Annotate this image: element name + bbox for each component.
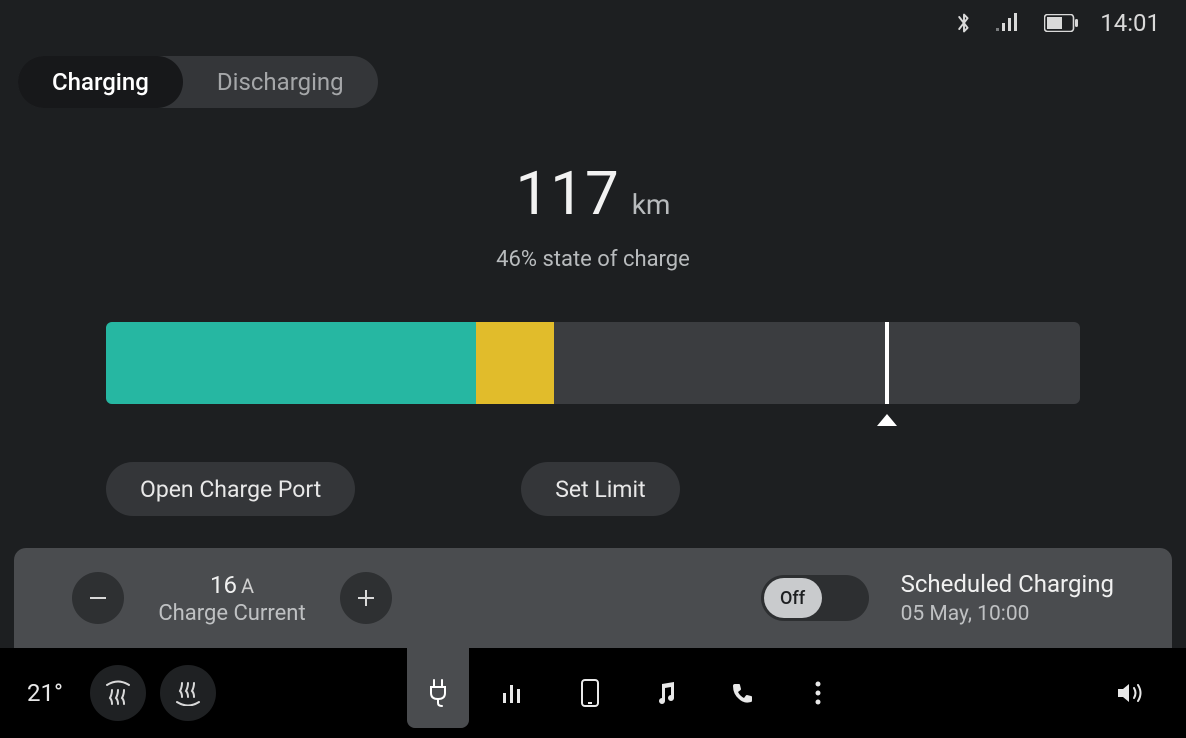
bottom-panel: 16A Charge Current Off Scheduled Chargin…: [14, 548, 1172, 648]
bluetooth-icon: [954, 11, 974, 35]
scheduled-charging-info: Scheduled Charging 05 May, 10:00: [901, 570, 1114, 626]
soc-text: 46% state of charge: [0, 247, 1186, 272]
defrost-rear-button[interactable]: [160, 665, 216, 721]
nav-music-icon[interactable]: [635, 658, 697, 728]
current-label: Charge Current: [152, 601, 312, 626]
app-icons: [286, 658, 970, 728]
nav-stats-icon[interactable]: [483, 658, 545, 728]
battery-bar-wrap: [106, 322, 1080, 404]
set-limit-button[interactable]: Set Limit: [521, 462, 679, 516]
current-unit: A: [241, 574, 254, 598]
increase-current-button[interactable]: [340, 572, 392, 624]
decrease-current-button[interactable]: [72, 572, 124, 624]
climate-buttons: [90, 665, 216, 721]
nav-more-icon[interactable]: [787, 658, 849, 728]
scheduled-charging-group: Off Scheduled Charging 05 May, 10:00: [761, 570, 1114, 626]
main-content: 117 km 46% state of charge Open Charge P…: [0, 158, 1186, 516]
current-value: 16: [210, 571, 237, 599]
open-charge-port-button[interactable]: Open Charge Port: [106, 462, 355, 516]
charge-current-control: 16A Charge Current: [72, 571, 392, 626]
tab-charging[interactable]: Charging: [18, 56, 183, 108]
nav-call-icon[interactable]: [711, 658, 773, 728]
signal-icon: [996, 13, 1022, 33]
tab-discharging[interactable]: Discharging: [183, 56, 378, 108]
battery-bar[interactable]: [106, 322, 1080, 404]
range-value: 117: [516, 158, 620, 229]
volume-button[interactable]: [1090, 680, 1170, 706]
charge-limit-marker[interactable]: [885, 322, 889, 404]
range-unit: km: [632, 188, 671, 221]
toggle-thumb: Off: [764, 578, 822, 618]
nav-charging-icon[interactable]: [407, 658, 469, 728]
range-display: 117 km: [0, 158, 1186, 229]
battery-segment-pending: [476, 322, 554, 404]
nav-bar: 21°: [0, 648, 1186, 738]
scheduled-charging-toggle[interactable]: Off: [761, 575, 869, 621]
mode-tabs: Charging Discharging: [18, 56, 378, 108]
status-time: 14:01: [1100, 9, 1160, 37]
action-row: Open Charge Port Set Limit: [0, 462, 1186, 516]
scheduled-charging-time: 05 May, 10:00: [901, 602, 1114, 626]
current-text: 16A Charge Current: [152, 571, 312, 626]
scheduled-charging-title: Scheduled Charging: [901, 570, 1114, 598]
defrost-front-button[interactable]: [90, 665, 146, 721]
temperature-display[interactable]: 21°: [0, 679, 90, 707]
status-bar: 14:01: [0, 0, 1186, 46]
battery-icon: [1044, 14, 1078, 32]
charge-limit-caret-icon: [877, 414, 897, 426]
nav-phone-mirror-icon[interactable]: [559, 658, 621, 728]
battery-segment-charged: [106, 322, 476, 404]
